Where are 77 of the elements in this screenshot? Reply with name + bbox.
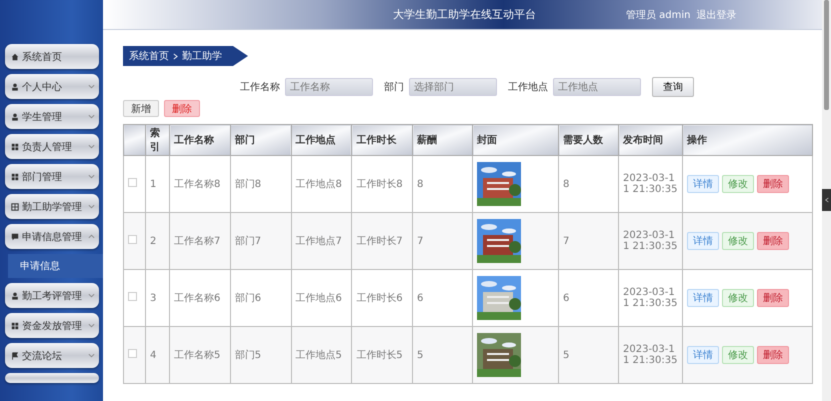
menu-item[interactable]: 申请信息管理 (5, 224, 99, 249)
menu-item[interactable]: 勤工考评管理 (5, 283, 99, 308)
detail-button[interactable]: 详情 (687, 232, 719, 250)
table-cell: 工作地点7 (291, 212, 352, 270)
collapse-tab[interactable] (822, 189, 831, 211)
table-cell: 2023-03-11 21:30:35 (618, 326, 682, 384)
breadcrumb-link[interactable]: 勤工助学 (182, 49, 222, 63)
search-field[interactable]: 选择部门 (409, 78, 497, 96)
column-header: 薪酬 (412, 124, 472, 156)
column-header: 需要人数 (558, 124, 618, 156)
detail-button[interactable]: 详情 (687, 289, 719, 307)
column-header (124, 124, 146, 156)
table-cell: 5 (412, 326, 472, 384)
table-cell: 7 (412, 212, 472, 270)
table-cell: 4 (146, 326, 170, 384)
table-cell: 工作名称5 (170, 326, 230, 384)
scrollbar[interactable] (822, 0, 831, 401)
submenu-item[interactable]: 申请信息 (8, 254, 103, 278)
menu-item[interactable]: 资金发放管理 (5, 313, 99, 338)
grid-icon (11, 142, 19, 150)
field-label: 工作地点 (508, 80, 548, 94)
column-header: 发布时间 (618, 124, 682, 156)
table-cell: 部门7 (230, 212, 291, 270)
field-label: 工作名称 (240, 81, 280, 94)
table-cell: 工作名称7 (170, 212, 230, 270)
delete-button[interactable]: 删除 (757, 232, 789, 250)
row-checkbox[interactable] (128, 235, 137, 244)
row-checkbox[interactable] (128, 349, 137, 358)
menu-item[interactable]: 系统首页 (5, 44, 99, 69)
menu-item[interactable]: 负责人管理 (5, 134, 99, 159)
grid-icon (11, 322, 19, 330)
chat-icon (11, 232, 19, 240)
menu-item[interactable]: 部门管理 (5, 164, 99, 189)
column-header: 操作 (682, 124, 812, 156)
column-header: 部门 (230, 124, 291, 156)
user-icon (11, 82, 19, 90)
column-header: 工作时长 (352, 124, 412, 156)
row-checkbox[interactable] (128, 292, 137, 301)
grid-icon (11, 172, 19, 180)
menu-item[interactable]: 个人中心 (5, 74, 99, 99)
table-icon (11, 202, 19, 210)
flag-icon (11, 352, 19, 360)
search-field[interactable]: 工作地点 (553, 78, 641, 96)
column-header: 工作名称 (170, 124, 230, 156)
chevron-left-icon (824, 197, 828, 203)
table-cell: 2 (146, 212, 170, 270)
user-icon (11, 292, 19, 300)
column-header: 工作地点 (291, 124, 352, 156)
detail-button[interactable]: 详情 (687, 346, 719, 364)
breadcrumb-separator-icon (173, 52, 178, 60)
search-field[interactable]: 工作名称 (285, 78, 373, 96)
user-label: 管理员 admin (626, 8, 691, 22)
delete-button[interactable]: 删除 (757, 289, 789, 307)
user-icon (11, 112, 19, 120)
table-cell: 工作地点5 (291, 326, 352, 384)
table-cell: 部门5 (230, 326, 291, 384)
column-header: 索引 (146, 124, 170, 156)
row-checkbox[interactable] (128, 178, 137, 187)
column-header: 封面 (472, 124, 558, 156)
table-cell: 工作时长7 (352, 212, 412, 270)
search-button[interactable]: 查询 (652, 77, 694, 97)
menu-item[interactable]: 学生管理 (5, 104, 99, 129)
add-button[interactable]: 新增 (123, 100, 159, 117)
table-cell: 工作时长5 (352, 326, 412, 384)
breadcrumb-link[interactable]: 系统首页 (129, 49, 169, 63)
menu-item[interactable]: 勤工助学管理 (5, 194, 99, 219)
table-cell: 7 (558, 212, 618, 270)
menu-item[interactable] (5, 373, 99, 383)
site-title: 大学生勤工助学在线互动平台 (393, 7, 536, 22)
table-cell: 2023-03-11 21:30:35 (618, 212, 682, 270)
table-cell: 5 (558, 326, 618, 384)
delete-button[interactable]: 删除 (757, 346, 789, 364)
home-icon (11, 52, 19, 60)
delete-button[interactable]: 删除 (757, 175, 789, 193)
menu-item[interactable]: 交流论坛 (5, 343, 99, 368)
field-label: 部门 (384, 80, 404, 94)
detail-button[interactable]: 详情 (687, 175, 719, 193)
